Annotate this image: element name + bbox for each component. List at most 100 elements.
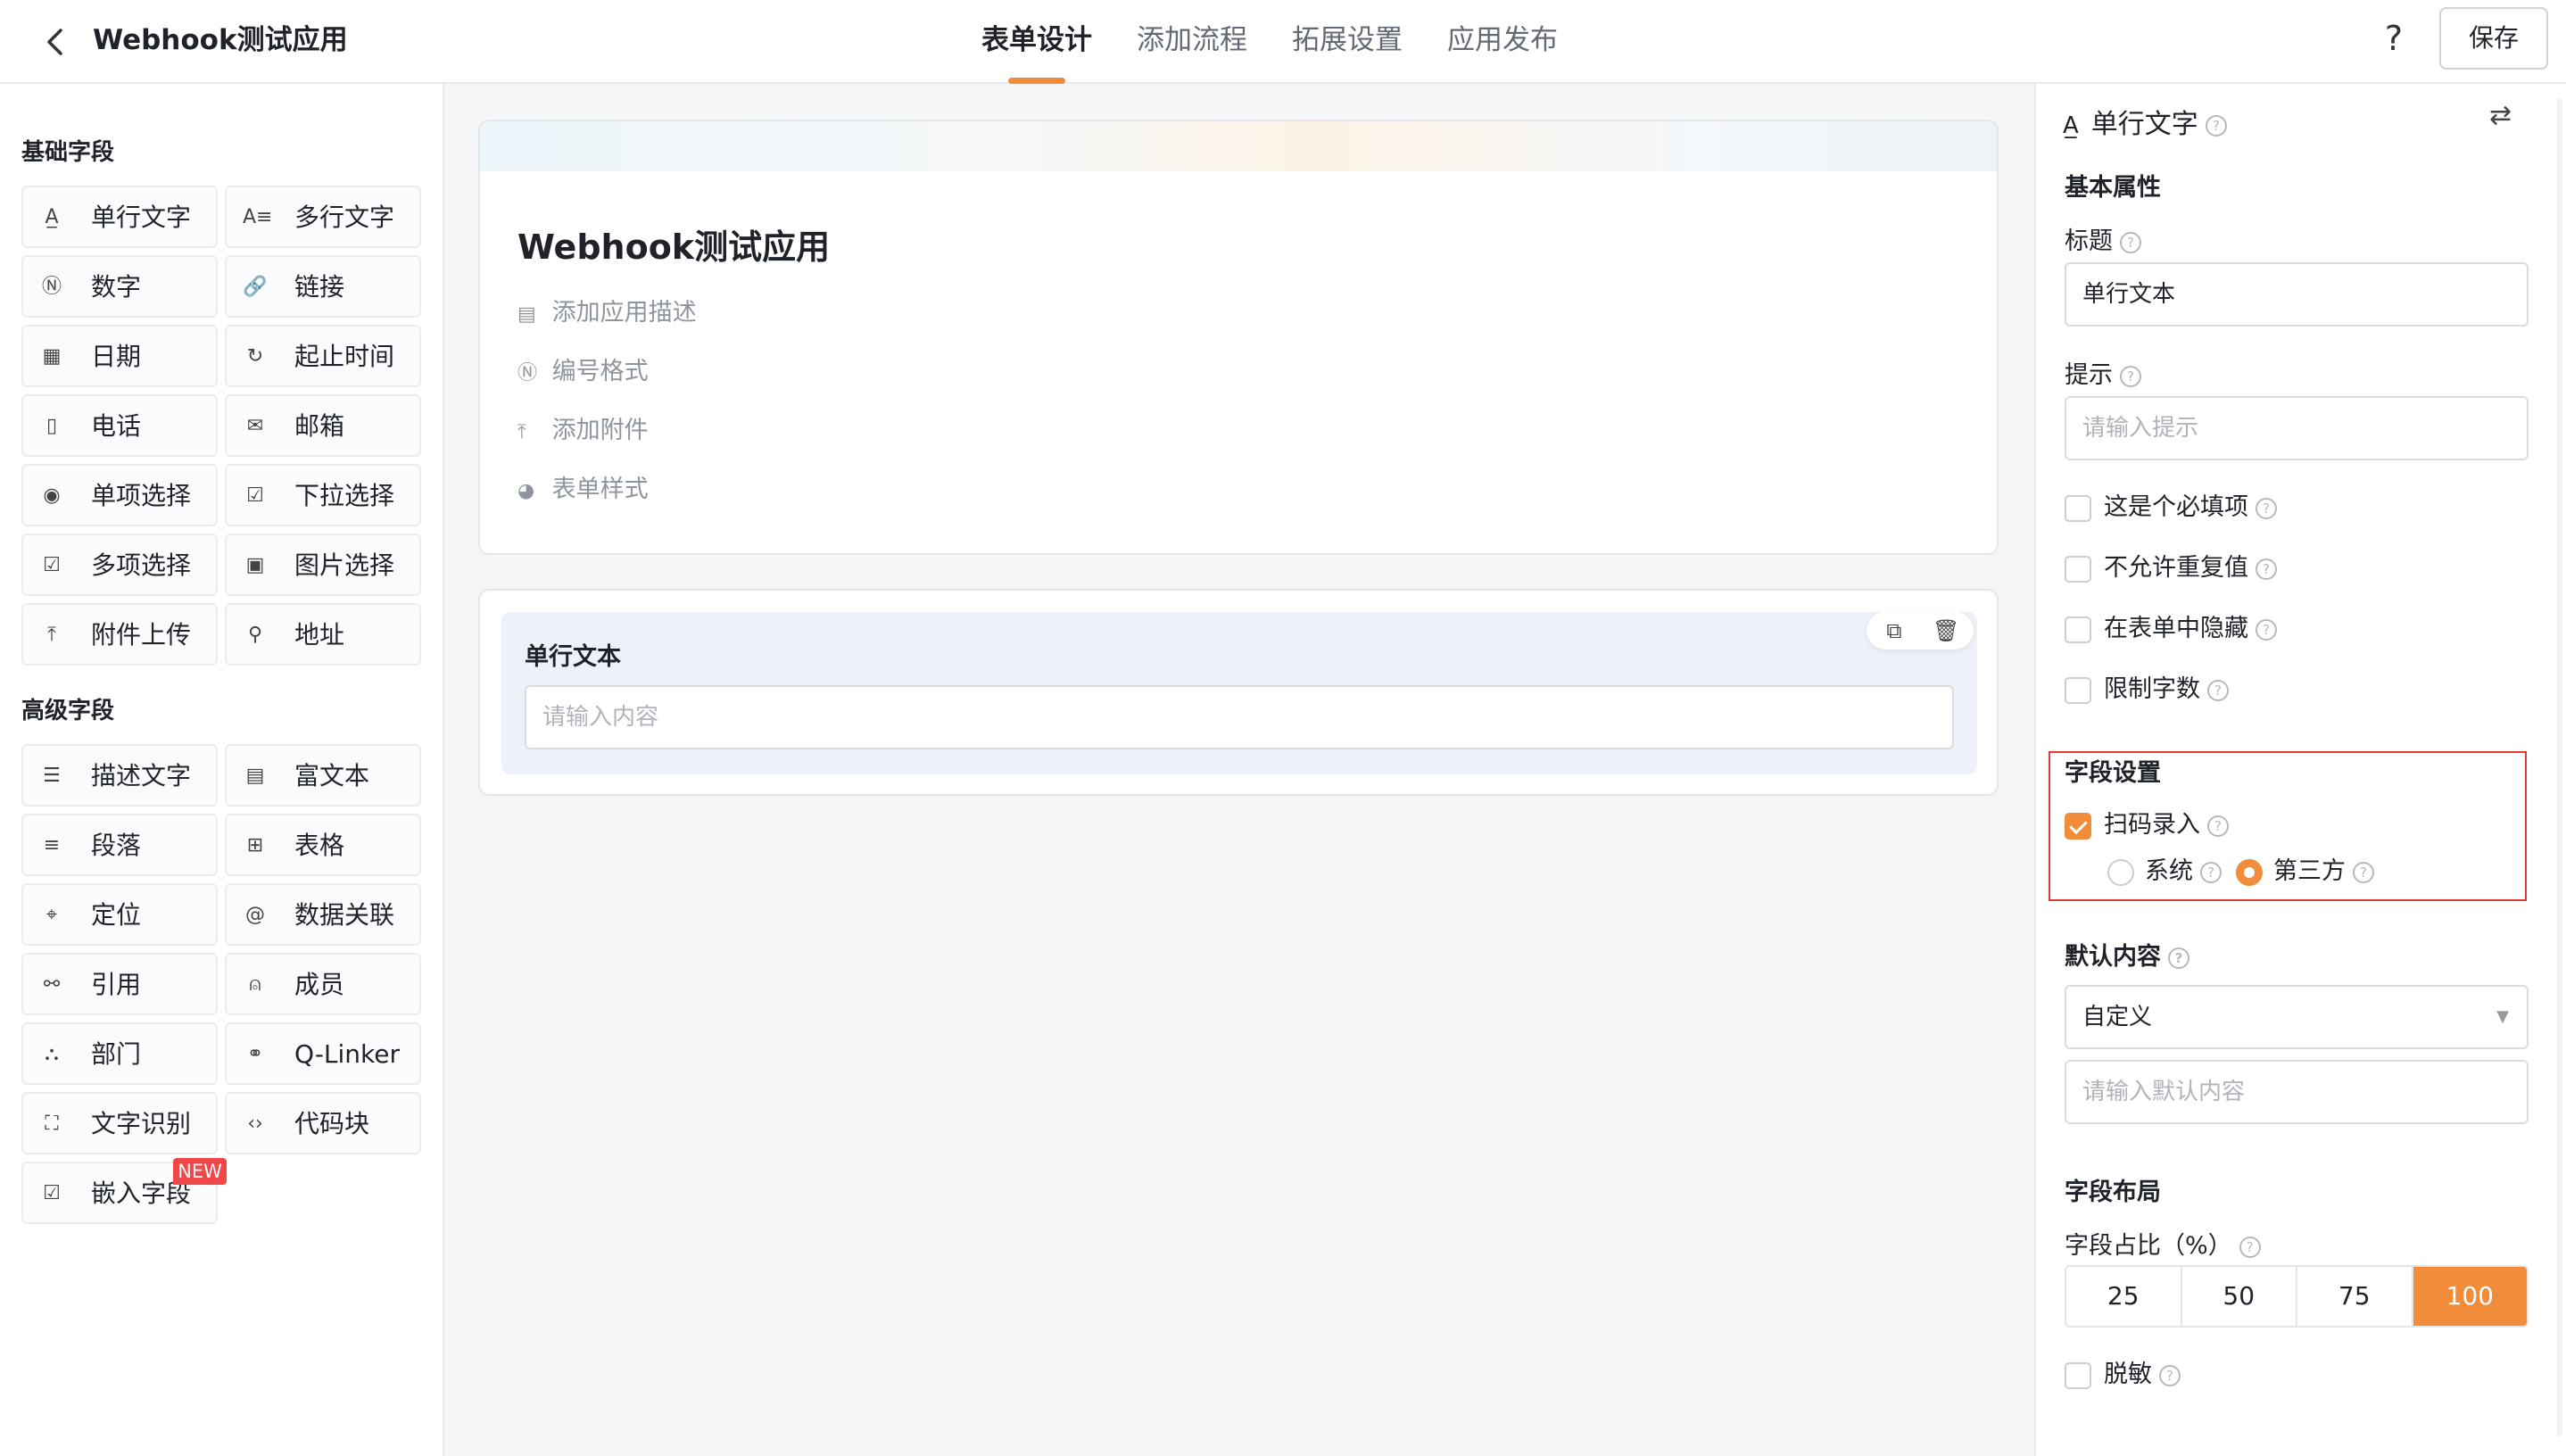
field-label: 单行文本 <box>525 643 621 671</box>
trash-icon[interactable]: 🗑 <box>1933 617 1959 644</box>
palette-item-label: 附件上传 <box>91 620 192 649</box>
selected-field[interactable]: 单行文本 请输入内容 ⧉ 🗑 <box>501 612 1977 774</box>
palette-item-label: 文字识别 <box>91 1109 192 1138</box>
palette-item[interactable]: ☑ 下拉选择 <box>225 464 421 526</box>
help-circle-icon[interactable]: ? <box>2200 861 2222 883</box>
tab-form-design[interactable]: 表单设计 <box>981 0 1092 84</box>
palette-item[interactable]: ☰ 描述文字 <box>21 744 218 807</box>
add-description-link[interactable]: ▤ 添加应用描述 <box>517 293 697 327</box>
required-checkbox[interactable]: 这是个必填项? <box>2065 487 2277 522</box>
palette-item[interactable]: ‹› 代码块 <box>225 1092 421 1154</box>
palette-item[interactable]: ⌖ 定位 <box>21 883 218 946</box>
palette-item-label: 单行文字 <box>91 203 192 232</box>
header-gradient <box>480 121 1997 171</box>
chevron-left-icon[interactable] <box>36 21 77 62</box>
form-header-card: Webhook测试应用 ▤ 添加应用描述 Ⓝ 编号格式 ⤒ 添加附件 ◕ 表单样… <box>478 120 1999 555</box>
default-content-title: 默认内容? <box>2065 937 2189 972</box>
help-circle-icon[interactable]: ? <box>2207 815 2229 837</box>
palette-item[interactable]: ⛬ 部门 <box>21 1022 218 1085</box>
field-type-icon: ⍝ <box>249 973 261 996</box>
palette-item-label: 段落 <box>91 831 142 860</box>
palette-item[interactable]: ⚯ 引用 <box>21 953 218 1015</box>
help-circle-icon[interactable]: ? <box>2207 679 2229 701</box>
help-circle-icon[interactable]: ? <box>2205 114 2227 136</box>
palette-item[interactable]: ▯ 电话 <box>21 394 218 457</box>
palette-item-label: 日期 <box>91 342 142 371</box>
limit-chars-checkbox[interactable]: 限制字数? <box>2065 669 2229 704</box>
palette-item[interactable]: A̲ 单行文字 <box>21 186 218 248</box>
palette-item[interactable]: ⍝ 成员 <box>225 953 421 1015</box>
help-circle-icon[interactable]: ? <box>2120 231 2141 253</box>
tab-publish[interactable]: 应用发布 <box>1447 0 1558 84</box>
ratio-25[interactable]: 25 <box>2066 1267 2182 1326</box>
field-settings-title: 字段设置 <box>2065 759 2161 787</box>
help-circle-icon[interactable]: ? <box>2353 861 2374 883</box>
field-type-icon: 🔗 <box>243 276 268 298</box>
palette-item[interactable]: ⤒ 附件上传 <box>21 603 218 666</box>
palette-item[interactable]: ↻ 起止时间 <box>225 325 421 387</box>
hide-in-form-checkbox[interactable]: 在表单中隐藏? <box>2065 608 2277 643</box>
palette-item[interactable]: @ 数据关联 <box>225 883 421 946</box>
default-content-select[interactable]: 自定义 ▼ <box>2065 985 2529 1049</box>
form-title[interactable]: Webhook测试应用 <box>517 219 830 269</box>
help-circle-icon[interactable]: ? <box>2256 497 2277 519</box>
form-style-link[interactable]: ◕ 表单样式 <box>517 469 649 504</box>
palette-item-label: 图片选择 <box>294 550 395 580</box>
field-type-icon: ⚯ <box>43 973 61 996</box>
field-input-preview[interactable]: 请输入内容 <box>525 685 1954 749</box>
save-button[interactable]: 保存 <box>2439 7 2548 70</box>
palette-item-label: Q-Linker <box>294 1039 401 1069</box>
number-format-link[interactable]: Ⓝ 编号格式 <box>517 352 649 386</box>
no-duplicate-checkbox[interactable]: 不允许重复值? <box>2065 548 2277 583</box>
help-icon[interactable]: ? <box>2373 18 2414 59</box>
help-circle-icon[interactable]: ? <box>2239 1236 2261 1258</box>
add-attachment-link[interactable]: ⤒ 添加附件 <box>517 410 649 445</box>
field-type-icon: ☰ <box>43 765 61 787</box>
palette-item[interactable]: 🔗 链接 <box>225 255 421 318</box>
swap-icon[interactable]: ⇄ <box>2489 100 2512 131</box>
default-content-input[interactable]: 请输入默认内容 <box>2065 1060 2529 1124</box>
help-circle-icon[interactable]: ? <box>2120 365 2141 387</box>
palette-item[interactable]: ≡ 段落 <box>21 814 218 876</box>
palette-item[interactable]: ◉ 单项选择 <box>21 464 218 526</box>
palette-item[interactable]: ▤ 富文本 <box>225 744 421 807</box>
palette-item[interactable]: ⛶ 文字识别 <box>21 1092 218 1154</box>
ratio-100[interactable]: 100 <box>2413 1267 2527 1326</box>
ratio-50[interactable]: 50 <box>2182 1267 2297 1326</box>
field-toolbar: ⧉ 🗑 <box>1867 612 1974 649</box>
help-circle-icon[interactable]: ? <box>2256 618 2277 641</box>
help-circle-icon[interactable]: ? <box>2159 1364 2181 1386</box>
palette-item[interactable]: ⚲ 地址 <box>225 603 421 666</box>
palette-item[interactable]: ⊞ 表格 <box>225 814 421 876</box>
field-type-icon: ⊞ <box>246 834 264 856</box>
scan-entry-checkbox[interactable]: 扫码录入? <box>2065 805 2229 840</box>
palette-item[interactable]: ▦ 日期 <box>21 325 218 387</box>
palette-item[interactable]: ⚭ Q-Linker <box>225 1022 421 1085</box>
palette-item[interactable]: ▣ 图片选择 <box>225 534 421 596</box>
field-type-icon: ≡ <box>43 834 61 856</box>
scrollbar[interactable] <box>2557 98 2562 1436</box>
help-circle-icon[interactable]: ? <box>2256 558 2277 580</box>
advanced-fields-title: 高级字段 <box>21 698 115 724</box>
app-title: Webhook测试应用 <box>93 24 348 56</box>
tab-extend-settings[interactable]: 拓展设置 <box>1292 0 1403 84</box>
copy-icon[interactable]: ⧉ <box>1881 617 1908 644</box>
palette-item[interactable]: Ⓝ 数字 <box>21 255 218 318</box>
hint-input[interactable]: 请输入提示 <box>2065 396 2529 460</box>
palette-item-label: 定位 <box>91 900 142 930</box>
radio-third-party[interactable]: 第三方? <box>2236 851 2374 886</box>
palette-item[interactable]: ✉ 邮箱 <box>225 394 421 457</box>
radio-system[interactable]: 系统? <box>2107 851 2222 886</box>
palette-item-label: 描述文字 <box>91 761 192 790</box>
field-type-icon: ▯ <box>46 415 58 437</box>
field-type-icon: ◉ <box>43 484 61 507</box>
palette-item[interactable]: ☑ 多项选择 <box>21 534 218 596</box>
ratio-75[interactable]: 75 <box>2297 1267 2413 1326</box>
palette-item[interactable]: A≡ 多行文字 <box>225 186 421 248</box>
upload-icon: ⤒ <box>517 421 526 443</box>
help-circle-icon[interactable]: ? <box>2168 947 2189 969</box>
hint-label: 提示? <box>2065 355 2141 390</box>
mask-checkbox[interactable]: 脱敏? <box>2065 1354 2181 1389</box>
title-input[interactable]: 单行文本 <box>2065 262 2529 327</box>
tab-add-flow[interactable]: 添加流程 <box>1137 0 1247 84</box>
